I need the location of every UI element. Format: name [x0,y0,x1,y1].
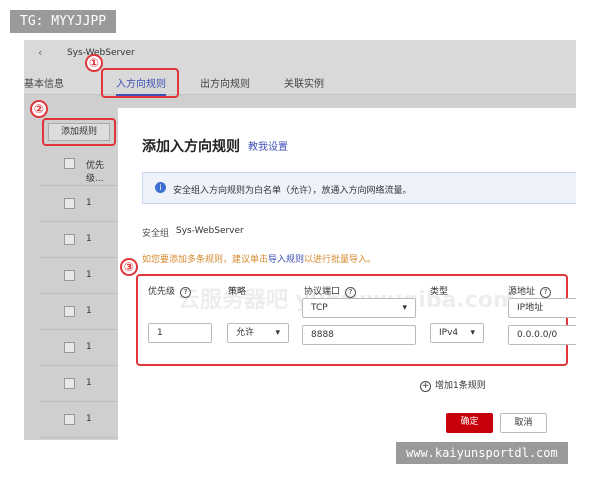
add-one-rule-button[interactable]: + 增加1条规则 [420,378,486,392]
help-icon[interactable]: ? [345,287,357,298]
label: 优先级 [148,287,176,297]
info-banner: i 安全组入方向规则为白名单（允许），放通入方向网络流量。 [142,172,576,204]
highlight-box-1 [101,68,179,98]
step-marker-2: ② [30,100,48,118]
port-input[interactable]: 8888 [302,325,416,345]
policy-select[interactable]: 允许 [227,323,289,343]
add-rule-button[interactable]: 添加规则 [48,123,110,141]
tab-associated-instances[interactable]: 关联实例 [284,75,324,90]
row-checkbox[interactable] [64,198,75,209]
page-header: ‹ Sys-WebServer 基本信息 入方向规则 出方向规则 关联实例 ① [24,40,576,98]
row-priority: 1 [86,342,92,352]
row-priority: 1 [86,270,92,280]
screenshot: ‹ Sys-WebServer 基本信息 入方向规则 出方向规则 关联实例 ① … [24,40,576,440]
table-row: 1 [40,330,120,366]
overlay-tag: TG: MYYJJPP [10,10,117,33]
row-priority: 1 [86,378,92,388]
tab-outbound-rules[interactable]: 出方向规则 [200,75,250,90]
help-link[interactable]: 教我设置 [248,138,288,153]
dialog-title: 添加入方向规则 [142,139,240,155]
column-priority: 优先级? [148,284,192,298]
import-rules-link[interactable]: 导入规则 [268,255,304,265]
column-header-priority: 优先级... [86,161,105,184]
confirm-button[interactable]: 确定 [446,413,493,433]
list-header: 优先级... [40,150,120,186]
info-text: 安全组入方向规则为白名单（允许），放通入方向网络流量。 [173,186,412,196]
row-checkbox[interactable] [64,378,75,389]
add-inbound-rule-dialog: 添加入方向规则 教我设置 i 安全组入方向规则为白名单（允许），放通入方向网络流… [118,108,576,440]
table-row: 1 [40,222,120,258]
help-icon[interactable]: ? [540,287,552,298]
help-icon[interactable]: ? [180,287,192,298]
column-type: 类型 [430,287,449,297]
protocol-select[interactable]: TCP [302,298,416,318]
row-checkbox[interactable] [64,342,75,353]
table-row: 1 [40,258,120,294]
batch-tip: 如您要添加多条规则，建议单击导入规则以进行批量导入。 [142,252,376,265]
overlay-url: www.kaiyunsportdl.com [396,442,568,464]
row-priority: 1 [86,234,92,244]
table-row: 1 [40,186,120,222]
sg-value: Sys-WebServer [176,226,244,236]
tip-text-end: 以进行批量导入。 [304,255,377,265]
step-marker-1: ① [85,54,103,72]
cancel-button[interactable]: 取消 [500,413,547,433]
plus-circle-icon: + [420,381,431,392]
table-row: 1 [40,366,120,402]
type-select[interactable]: IPv4 [430,323,484,343]
priority-input[interactable]: 1 [148,323,212,343]
select-all-checkbox[interactable] [64,158,75,169]
row-priority: 1 [86,414,92,424]
tab-basic-info[interactable]: 基本信息 [24,75,64,90]
table-row: 1 [40,294,120,330]
source-input[interactable]: 0.0.0.0/0 [508,325,576,345]
column-source: 源地址? [508,284,552,298]
label: 源地址 [508,287,536,297]
tip-text: 如您要添加多条规则，建议单击 [142,255,269,265]
chevron-left-icon[interactable]: ‹ [38,46,42,59]
label: 协议端口 [304,287,341,297]
table-row: 1 [40,402,120,438]
label: 增加1条规则 [435,381,486,391]
row-priority: 1 [86,198,92,208]
column-protocol: 协议端口? [304,284,357,298]
row-checkbox[interactable] [64,414,75,425]
row-checkbox[interactable] [64,306,75,317]
info-icon: i [155,182,166,193]
step-marker-3: ③ [120,258,138,276]
row-checkbox[interactable] [64,270,75,281]
row-checkbox[interactable] [64,234,75,245]
column-policy: 策略 [228,287,247,297]
row-priority: 1 [86,306,92,316]
source-type-select[interactable]: IP地址 [508,298,576,318]
sg-label: 安全组 [142,229,170,239]
